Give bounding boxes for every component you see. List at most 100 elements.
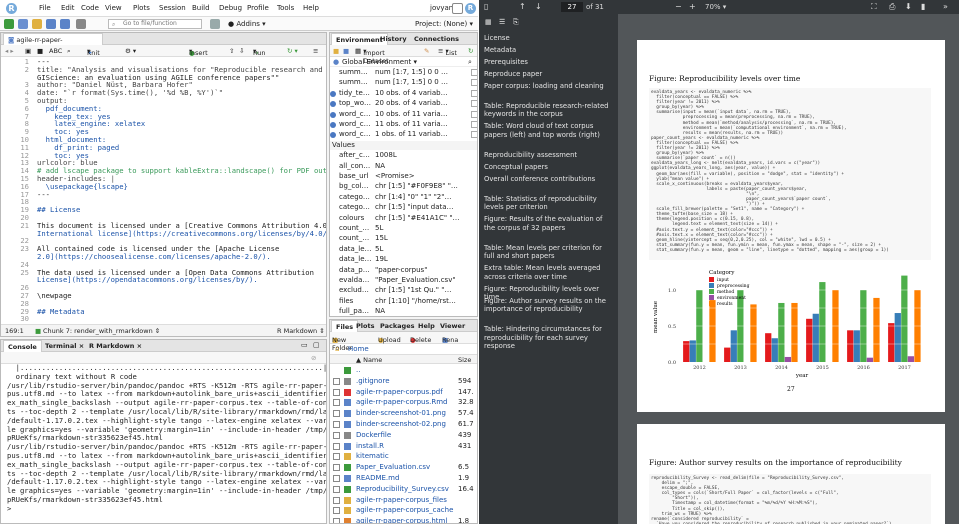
env-value-row[interactable]: categor… chr [1:4] "0" "1" "2"…: [330, 193, 477, 203]
env-data-row[interactable]: word_co… 1 obs. of 11 variab…: [330, 130, 477, 140]
file-name[interactable]: install.R: [356, 441, 384, 452]
file-row[interactable]: README.md 1.9: [330, 473, 477, 484]
file-checkbox[interactable]: [333, 431, 340, 439]
import-dataset-button[interactable]: ▦ Import Dataset ▾: [355, 47, 389, 65]
env-value-row[interactable]: colours chr [1:5] "#E41A1C" "…: [330, 214, 477, 224]
console-output[interactable]: |.......................................…: [1, 364, 326, 523]
addins-menu[interactable]: ● Addins ▾: [228, 20, 266, 28]
env-value-row[interactable]: base_url <Promise>: [330, 172, 477, 182]
file-row[interactable]: Dockerfile 439: [330, 430, 477, 441]
file-name[interactable]: Reproducibility_Survey.csv: [356, 484, 449, 495]
file-row[interactable]: agile-rr-paper-corpus.pdf 147.: [330, 387, 477, 398]
open-file-icon[interactable]: [32, 19, 42, 29]
chunk-nav[interactable]: Chunk 7: render_with_rmarkdown ⇕: [43, 327, 160, 335]
save-all-icon[interactable]: [60, 19, 70, 29]
menu-tools[interactable]: Tools: [277, 4, 294, 12]
goto-file-input[interactable]: ⌕ Go to file/function: [108, 19, 202, 29]
down-icon[interactable]: ⇩: [239, 47, 244, 55]
thumbnails-icon[interactable]: ▦: [485, 18, 492, 26]
refresh-icon[interactable]: ↻: [468, 47, 473, 55]
outline-item[interactable]: Reproduce paper: [484, 70, 614, 78]
file-row[interactable]: .gitignore 594: [330, 376, 477, 387]
file-name[interactable]: binder-screenshot-02.png: [356, 419, 446, 430]
outline-item[interactable]: Overall conference contributions: [484, 175, 614, 183]
outline-item[interactable]: Table: Mean levels per criterion for ful…: [484, 244, 614, 261]
outline-item[interactable]: Table: Reproducible research-related key…: [484, 102, 614, 119]
file-checkbox[interactable]: [333, 410, 340, 418]
file-checkbox[interactable]: [333, 377, 340, 385]
menu-plots[interactable]: Plots: [133, 4, 150, 12]
tab-rmarkdown[interactable]: R Markdown ×: [85, 340, 146, 352]
view-data-icon[interactable]: [471, 121, 477, 128]
file-name[interactable]: README.md: [356, 473, 399, 484]
home-link[interactable]: Home: [348, 344, 369, 354]
maximize-icon[interactable]: ▢: [313, 341, 320, 349]
file-type-menu[interactable]: R Markdown ⇕: [277, 327, 325, 335]
view-data-icon[interactable]: [471, 131, 477, 139]
tab-history[interactable]: History: [376, 33, 411, 45]
view-data-icon[interactable]: [471, 100, 477, 108]
file-checkbox[interactable]: [333, 507, 340, 515]
file-checkbox[interactable]: [333, 388, 340, 396]
sign-out-icon[interactable]: [452, 3, 463, 14]
save-file-icon[interactable]: ■: [37, 47, 43, 55]
env-value-row[interactable]: count_n… 15L: [330, 234, 477, 244]
bookmark-icon[interactable]: ▮: [921, 2, 925, 11]
outline-item[interactable]: License: [484, 34, 614, 42]
file-name[interactable]: Paper_Evaluation.csv: [356, 462, 430, 473]
previous-page-icon[interactable]: ↑: [519, 2, 526, 11]
tab-terminal[interactable]: Terminal ×: [41, 340, 88, 352]
expand-data-icon[interactable]: [330, 111, 336, 118]
file-row[interactable]: ..: [330, 365, 477, 376]
next-page-icon[interactable]: ↓: [535, 2, 542, 11]
env-data-row[interactable]: tidy_te… 10 obs. of 4 variab…: [330, 89, 477, 99]
outline-item[interactable]: Metadata: [484, 46, 614, 54]
file-row[interactable]: agile-rr-paper-corpus.Rmd 32.8: [330, 397, 477, 408]
file-checkbox[interactable]: [333, 399, 340, 407]
save-workspace-icon[interactable]: ■: [343, 47, 349, 55]
find-icon[interactable]: ⌕: [67, 47, 71, 56]
file-name[interactable]: agile-rr-paper-corpus.Rmd: [356, 397, 448, 408]
menu-help[interactable]: Help: [303, 4, 319, 12]
page-number-input[interactable]: 27: [561, 2, 583, 12]
file-row[interactable]: Paper_Evaluation.csv 6.5: [330, 462, 477, 473]
attachments-icon[interactable]: ⎘: [513, 18, 519, 27]
file-row[interactable]: agile-rr-paper-corpus.html 1.8: [330, 516, 477, 523]
env-value-row[interactable]: data_le… 19L: [330, 255, 477, 265]
file-name[interactable]: .gitignore: [356, 376, 390, 387]
file-row[interactable]: binder-screenshot-02.png 61.7: [330, 419, 477, 430]
menu-build[interactable]: Build: [192, 4, 210, 12]
menu-session[interactable]: Session: [159, 4, 186, 12]
menu-code[interactable]: Code: [81, 4, 99, 12]
expand-data-icon[interactable]: [330, 90, 336, 97]
zoom-in-icon[interactable]: +: [689, 2, 696, 11]
tab-viewer[interactable]: Viewer: [436, 320, 469, 332]
outline-icon[interactable]: ≡: [313, 47, 318, 55]
file-checkbox[interactable]: [333, 518, 340, 523]
env-value-row[interactable]: evaldat… "Paper_Evaluation.csv": [330, 276, 477, 286]
file-name[interactable]: kitematic: [356, 451, 389, 462]
env-value-row[interactable]: files chr [1:10] "/home/rst…: [330, 297, 477, 307]
env-value-row[interactable]: data_le… 5L: [330, 245, 477, 255]
tab-packages[interactable]: Packages: [376, 320, 418, 332]
file-name[interactable]: agile-rr-paper-corpus_cache: [356, 505, 453, 516]
view-data-icon[interactable]: [471, 69, 477, 76]
fullscreen-icon[interactable]: ⛶: [871, 2, 877, 12]
file-row[interactable]: agile-rr-paper-corpus_files: [330, 495, 477, 506]
list-view-menu[interactable]: ≡ List ▾: [438, 47, 457, 57]
tab-console[interactable]: Console: [3, 340, 42, 352]
menu-view[interactable]: View: [105, 4, 122, 12]
menu-debug[interactable]: Debug: [219, 4, 242, 12]
search-env-icon[interactable]: ⌕: [468, 57, 472, 67]
file-checkbox[interactable]: [333, 485, 340, 493]
env-value-row[interactable]: exclude… chr [1:5] "1st Qu." "…: [330, 286, 477, 296]
file-checkbox[interactable]: [333, 475, 340, 482]
size-column-header[interactable]: Size: [458, 355, 471, 365]
code-area[interactable]: 1 --- 2 title: "Analysis and visualisations…: [1, 57, 326, 324]
name-column-header[interactable]: ▲ Name: [356, 355, 382, 365]
editor-file-tab[interactable]: ◙ agile-rr-paper-corpus.Rmd ×: [3, 33, 103, 56]
env-value-row[interactable]: after_c… 1008L: [330, 151, 477, 161]
outline-item[interactable]: Table: Statistics of reproducibility lev…: [484, 195, 614, 212]
env-data-row[interactable]: word_co… 11 obs. of 11 varia…: [330, 120, 477, 130]
project-menu[interactable]: Project: (None) ▾: [415, 20, 473, 28]
